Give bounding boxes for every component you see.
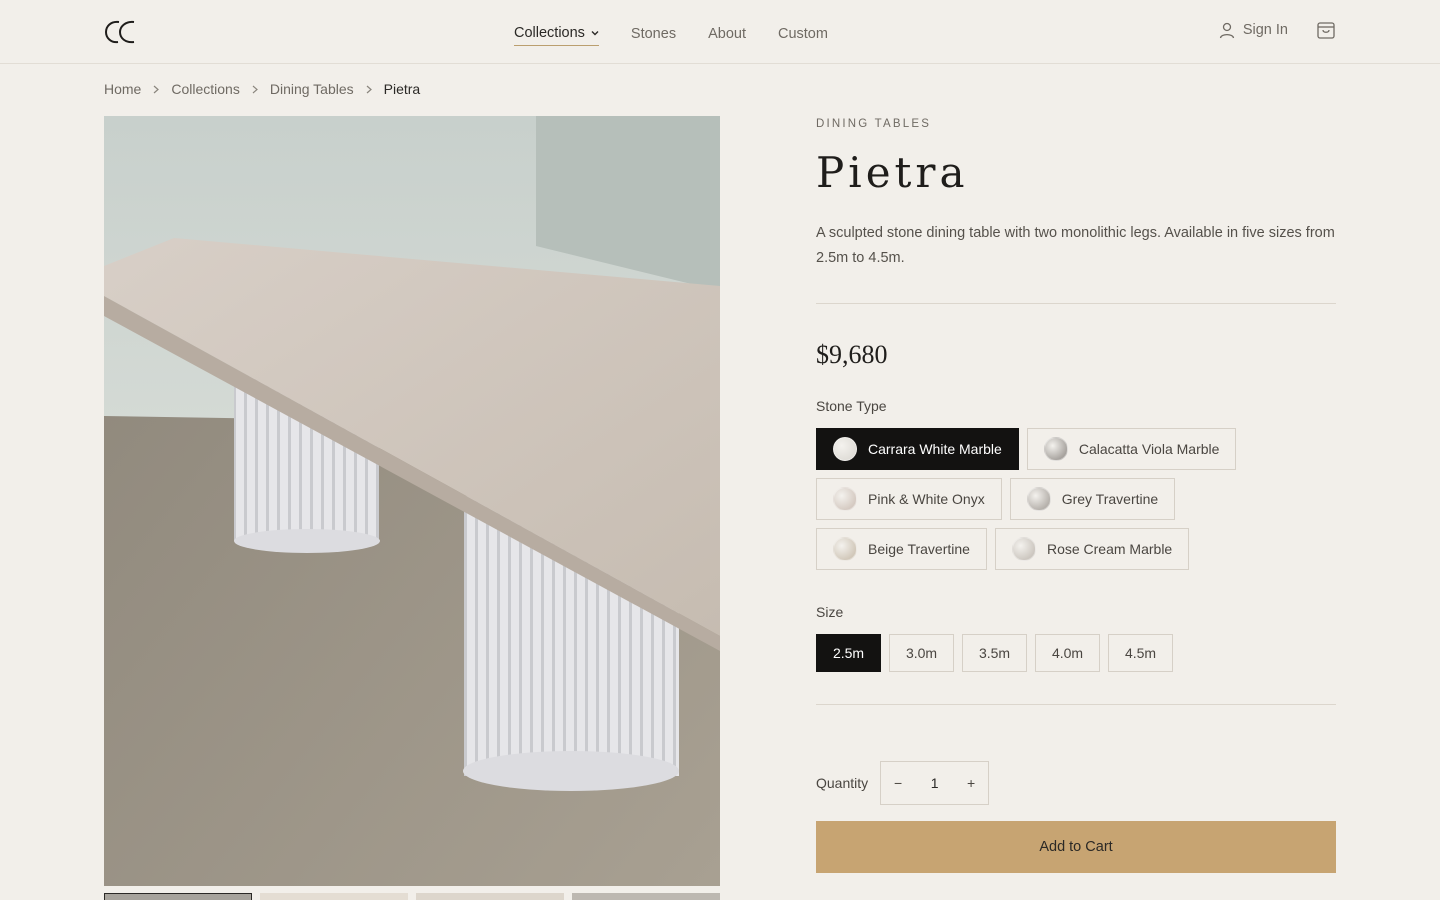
thumbnail-strip [104,893,728,900]
thumbnail-2[interactable] [260,893,408,900]
product-description: A sculpted stone dining table with two m… [816,225,1335,266]
stone-swatch [1043,437,1068,461]
quantity-row: Quantity − 1 + [816,761,1336,805]
quantity-stepper: − 1 + [880,761,990,805]
stone-option-label: Grey Travertine [1061,491,1159,507]
product-info: DINING TABLES Pietra A sculpted stone di… [816,116,1336,900]
chevron-right-icon [366,85,372,94]
chevron-right-icon [153,85,160,94]
stone-options: Carrara White Marble Calacatta Viola Mar… [816,428,1336,578]
breadcrumb-dining-tables[interactable]: Dining Tables [270,81,354,97]
product-photo [104,116,720,886]
size-option-2-5m[interactable]: 2.5m [816,634,881,672]
site-header: Collections Stones About Custom Sign In [0,0,1440,64]
stone-type-label: Stone Type [816,398,887,414]
chevron-down-icon [591,30,599,35]
breadcrumb-collections[interactable]: Collections [171,81,239,97]
product-price: $9,680 [816,340,888,369]
stone-option-beige-travertine[interactable]: Beige Travertine [816,528,987,570]
quantity-decrease-button[interactable]: − [881,762,915,804]
user-icon [1219,22,1234,38]
quantity-value[interactable]: 1 [915,775,954,791]
shopping-bag-icon [1317,22,1335,39]
thumbnail-4[interactable] [572,893,720,900]
stone-swatch [1026,487,1051,511]
divider [816,704,1336,705]
stone-option-rose-cream[interactable]: Rose Cream Marble [994,528,1190,570]
nav-stones[interactable]: Stones [631,22,676,46]
size-option-3-5m[interactable]: 3.5m [962,634,1027,672]
stone-option-grey-travertine[interactable]: Grey Travertine [1009,478,1176,520]
quantity-increase-button[interactable]: + [954,762,988,804]
cc-monogram-logo[interactable] [104,18,138,46]
stone-option-label: Calacatta Viola Marble [1078,441,1220,457]
nav-collections-label: Collections [514,24,585,41]
header-actions: Sign In [1219,20,1336,40]
breadcrumb: Home Collections Dining Tables Pietra [104,81,420,97]
cart-button[interactable] [1316,20,1336,40]
stone-option-label: Pink & White Onyx [868,491,985,507]
thumbnail-1[interactable] [104,893,252,900]
sign-in-label: Sign In [1242,22,1288,38]
size-option-4-0m[interactable]: 4.0m [1035,634,1100,672]
product-main-image[interactable] [104,116,720,886]
stone-swatch [833,487,857,511]
sign-in-link[interactable]: Sign In [1219,22,1288,39]
chevron-right-icon [252,85,258,94]
product-title: Pietra [816,148,969,197]
stone-swatch [1011,537,1036,561]
size-label: Size [816,604,844,620]
divider [816,303,1336,304]
breadcrumb-current: Pietra [383,81,421,97]
nav-about[interactable]: About [708,22,746,46]
nav-custom[interactable]: Custom [778,22,828,46]
quantity-label: Quantity [816,775,869,791]
breadcrumb-home[interactable]: Home [104,81,141,97]
nav-collections[interactable]: Collections [514,22,599,46]
size-option-4-5m[interactable]: 4.5m [1108,634,1173,672]
add-to-cart-button[interactable]: Add to Cart [816,821,1336,873]
stone-option-label: Carrara White Marble [868,441,1002,457]
stone-option-onyx[interactable]: Pink & White Onyx [816,478,1002,520]
stone-swatch [833,537,857,561]
stone-option-label: Rose Cream Marble [1046,541,1173,557]
main-nav: Collections Stones About Custom [514,22,860,46]
size-options: 2.5m 3.0m 3.5m 4.0m 4.5m [816,634,1336,672]
size-option-3-0m[interactable]: 3.0m [889,634,954,672]
stone-swatch [833,437,857,461]
product-category: DINING TABLES [816,118,932,130]
stone-option-label: Beige Travertine [868,541,970,557]
thumbnail-3[interactable] [416,893,564,900]
stone-option-carrara[interactable]: Carrara White Marble [816,428,1019,470]
stone-option-calacatta[interactable]: Calacatta Viola Marble [1026,428,1237,470]
